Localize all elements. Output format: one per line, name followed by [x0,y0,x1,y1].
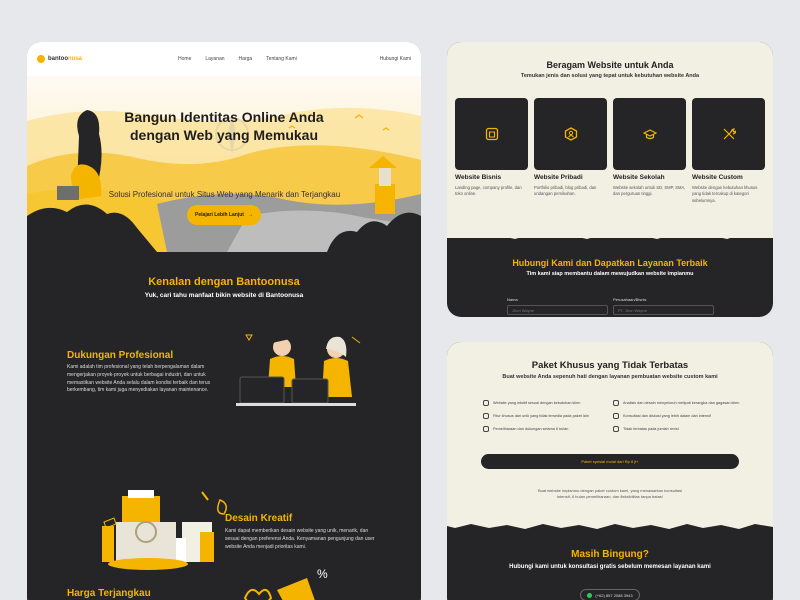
feature-title-price: Harga Terjangkau [67,588,151,599]
service-personal[interactable]: Website Pribadi Portfolio pribadi, blog … [534,98,607,198]
hero-illustration [27,107,421,252]
svg-text:%: % [317,567,328,581]
package-title: Paket Khusus yang Tidak Terbatas [531,360,689,371]
torn-edge-divider [447,228,773,239]
service-business-desc: Landing page, company profile, dan toko … [455,185,522,197]
feature-text-design: Kami dapat memberikan desain website yan… [225,528,375,550]
service-personal-desc: Portfolio pribadi, blog pribadi, dan und… [534,185,597,197]
logo-icon [37,55,45,63]
service-personal-box [534,98,607,170]
hero-subtitle: Solusi Profesional untuk Situs Web yang … [108,190,341,199]
user-badge-icon [564,127,577,141]
learn-more-button[interactable]: Pelajari Lebih Lanjut → [187,205,261,225]
feature-title-design: Desain Kreatif [225,513,293,524]
package-feature: Tidak terbatas pada jumlah revisi [613,426,679,432]
service-school-name: Website Sekolah [613,174,665,181]
contact-title: Hubungi Kami dan Dapatkan Layanan Terbai… [512,258,708,268]
hero-section: bantoo nusa Home Layanan Harga Tentang Ka… [27,42,421,252]
top-navbar: bantoo nusa Home Layanan Harga Tentang Ka… [27,42,421,76]
service-business[interactable]: Website Bisnis Landing page, company pro… [455,98,528,198]
package-feature-text: Analisis dan desain menyeluruh meliputi … [623,401,740,405]
graduation-cap-icon [642,129,657,140]
services-subtitle: Temukan jenis dan solusi yang tepat untu… [520,73,700,79]
nav-link-harga[interactable]: Harga [239,56,253,62]
package-feature-text: Pemeliharaan dan dukungan selama 6 bulan [493,427,569,431]
company-field-label: Perusahaan/Bisnis [613,297,647,302]
hero-title: Bangun Identitas Online Anda dengan Web … [124,109,324,144]
whatsapp-icon [587,592,593,598]
infinity-icon [613,426,619,432]
service-custom[interactable]: Website Custom Website dengan kebutuhan … [692,98,765,204]
package-price-button[interactable]: Paket spesial mulai dari Rp 8 jt+ [481,454,739,469]
intro-subtitle: Yuk, cari tahu manfaat bikin website di … [144,292,304,299]
feature-title-support: Dukungan Profesional [67,350,174,361]
package-note: Buat website impianmu dengan paket custo… [537,488,683,499]
service-school[interactable]: Website Sekolah Website sekolah untuk SD… [613,98,686,198]
nav-link-layanan[interactable]: Layanan [205,56,224,62]
contact-subtitle: Tim kami siap membantu dalam mewujudkan … [526,271,694,277]
nav-links: Home Layanan Harga Tentang Kami [178,56,297,62]
arrow-right-icon: → [247,212,253,218]
feature-text-support: Kami adalah tim profesional yang telah b… [67,364,211,394]
service-custom-name: Website Custom [692,174,743,181]
name-field-label: Nama [507,297,518,302]
services-card: Beragam Website untuk Anda Temukan jenis… [447,42,773,317]
service-school-desc: Website sekolah untuk SD, SMP, SMA, dan … [613,185,686,197]
search-icon [613,400,619,406]
tools-icon [723,128,736,140]
service-business-name: Website Bisnis [455,174,502,181]
service-business-box [455,98,528,170]
services-title: Beragam Website untuk Anda [546,60,674,70]
pricing-illustration: % [243,567,328,600]
package-feature: Analisis dan desain menyeluruh meliputi … [613,400,739,406]
nav-link-home[interactable]: Home [178,56,191,62]
intro-title: Kenalan dengan Bantoonusa [148,276,300,288]
package-feature: Website yang intuitif sesuai dengan kebu… [483,400,580,406]
wrench-icon [483,426,489,432]
store-icon [485,127,498,141]
puzzle-icon [483,413,489,419]
package-feature: Konsultasi dan diskusi yang lebih dalam … [613,413,711,419]
package-feature-text: Fitur khusus dan unik yang tidak tersedi… [493,414,589,418]
team-working-illustration [236,334,361,406]
service-custom-box [692,98,765,170]
service-personal-name: Website Pribadi [534,174,583,181]
whatsapp-number: (+62) 857 2088 3943 [595,592,633,598]
nav-link-tentang[interactable]: Tentang Kami [266,56,297,62]
help-subtitle: Hubungi kami untuk konsultasi gratis seb… [509,564,711,570]
package-subtitle: Buat website Anda sepenuh hati dengan la… [502,374,718,380]
name-input[interactable]: Jhon Wayne [507,305,608,315]
package-feature: Fitur khusus dan unik yang tidak tersedi… [483,413,589,419]
layout-icon [483,400,489,406]
help-title: Masih Bingung? [571,549,649,560]
service-custom-desc: Website dengan kebutuhan khusus yang tid… [692,185,758,203]
landing-page-card: bantoo nusa Home Layanan Harga Tentang Ka… [27,42,421,600]
whatsapp-button[interactable]: (+62) 857 2088 3943 [580,589,640,600]
nav-contact-link[interactable]: Hubungi Kami [380,56,411,62]
chat-icon [613,413,619,419]
package-feature-text: Website yang intuitif sesuai dengan kebu… [493,401,581,405]
company-input[interactable]: PT. Jhon Wayne [613,305,714,315]
brand-suffix: nusa [68,56,83,62]
torn-edge-divider [447,518,773,529]
design-tools-illustration [102,490,227,570]
learn-more-label: Pelajari Lebih Lanjut [195,212,244,218]
package-feature: Pemeliharaan dan dukungan selama 6 bulan [483,426,568,432]
service-school-box [613,98,686,170]
brand-logo[interactable]: bantoo nusa [37,55,82,63]
package-feature-text: Tidak terbatas pada jumlah revisi [623,427,679,431]
brand-prefix: bantoo [48,56,68,62]
package-feature-text: Konsultasi dan diskusi yang lebih dalam … [623,414,711,418]
package-card: Paket Khusus yang Tidak Terbatas Buat we… [447,342,773,600]
